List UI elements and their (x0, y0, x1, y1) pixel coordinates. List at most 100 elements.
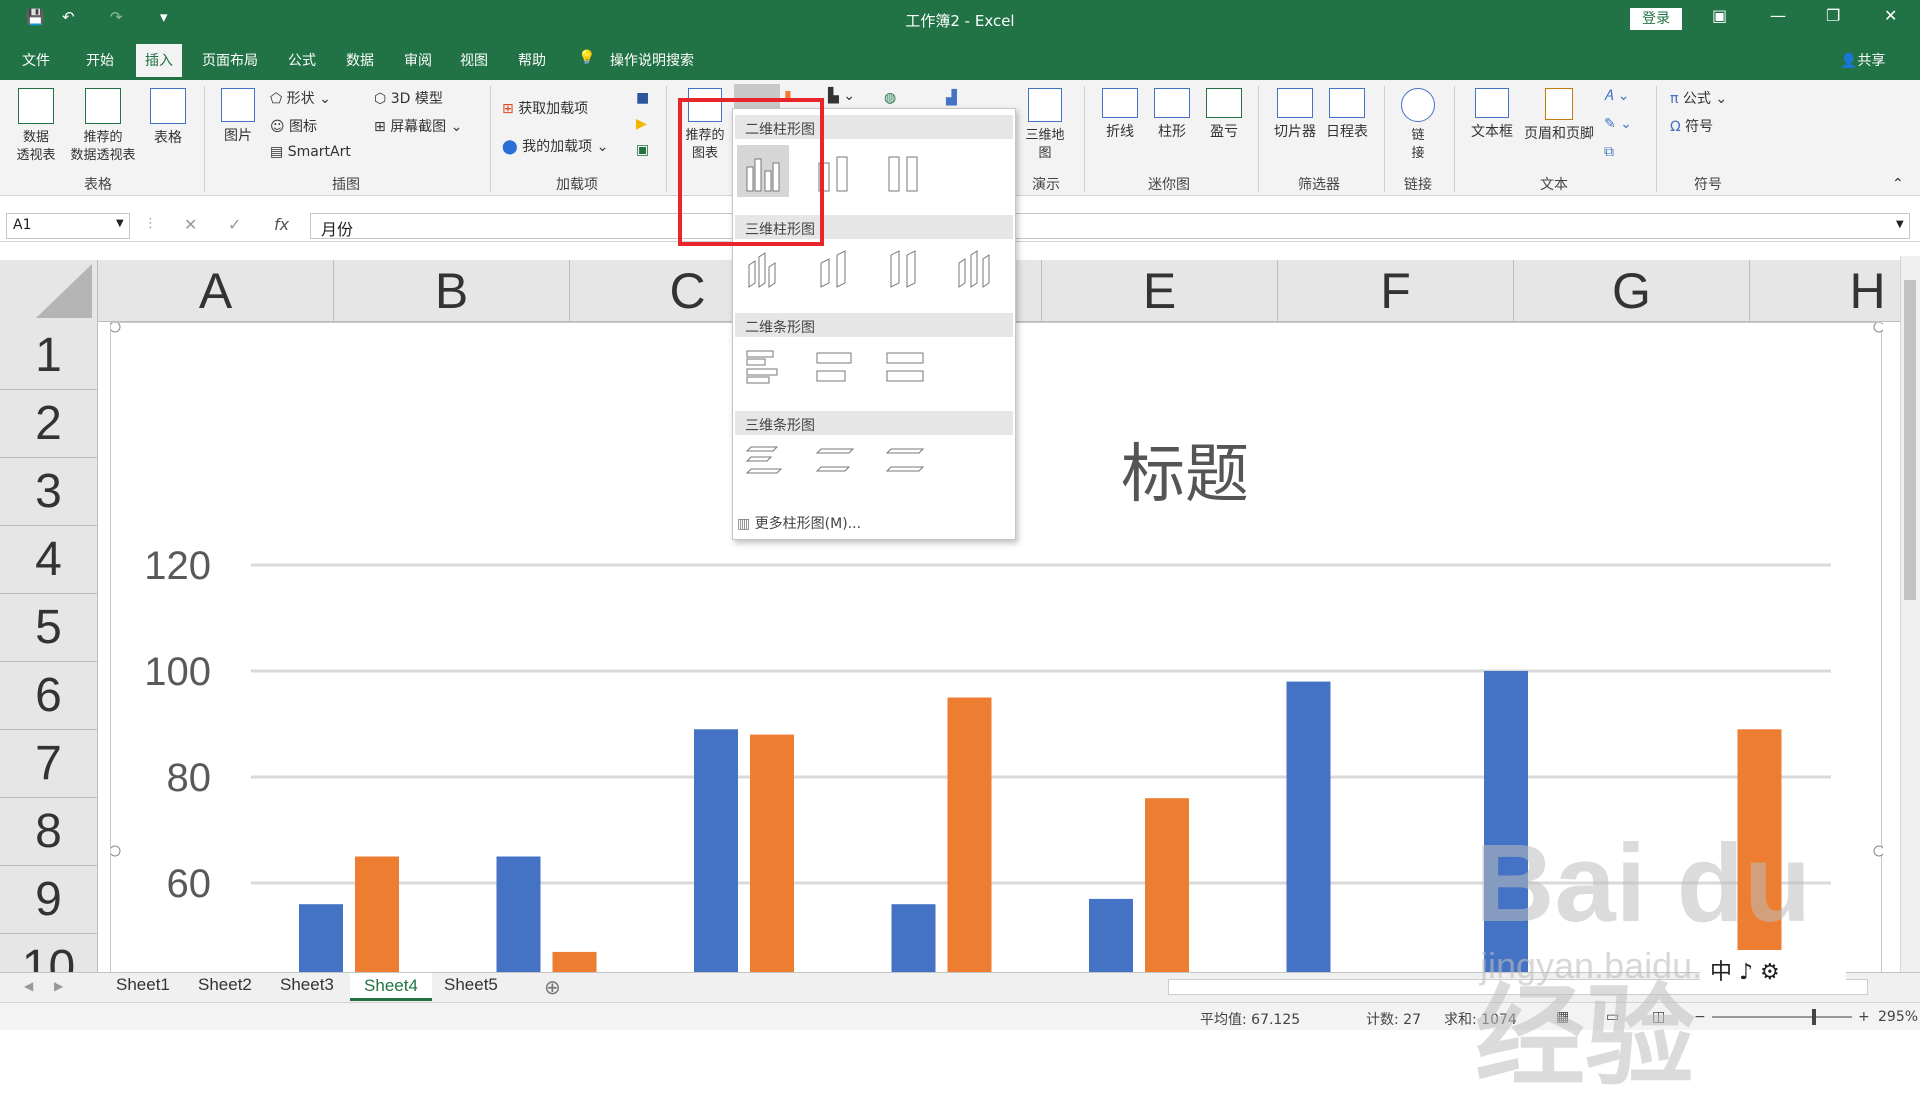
share-button[interactable]: 👤共享 (1840, 50, 1885, 70)
resize-handle[interactable] (1873, 323, 1883, 333)
sheet-tab-4[interactable]: Sheet4 (350, 973, 432, 1001)
tab-review[interactable]: 审阅 (404, 50, 432, 70)
chart-bar[interactable] (1145, 798, 1189, 972)
3d-model-button[interactable]: ⬡ 3D 模型 (374, 88, 443, 108)
people-graph-icon[interactable]: ▣ (636, 142, 649, 158)
visio-icon[interactable]: ■ (636, 90, 649, 106)
add-sheet-icon[interactable]: ⊕ (544, 975, 561, 999)
smartart-button[interactable]: ▤ SmartArt (270, 144, 351, 160)
chart-bar[interactable] (299, 904, 343, 972)
row-header-8[interactable]: 8 (0, 798, 98, 866)
sheet-tab-1[interactable]: Sheet1 (116, 975, 170, 995)
sparkline-line-button[interactable]: 折线 (1098, 88, 1142, 141)
ribbon-display-icon[interactable]: ▣ (1712, 6, 1727, 25)
row-header-7[interactable]: 7 (0, 730, 98, 798)
3d-clustered-column-option[interactable] (739, 243, 791, 295)
row-header-2[interactable]: 2 (0, 390, 98, 458)
get-addins-button[interactable]: ⊞ 获取加载项 (502, 98, 588, 118)
namebox-dropdown-icon[interactable]: ▼ (116, 218, 124, 229)
chart-bar[interactable] (1089, 898, 1133, 972)
chart-bar[interactable] (355, 856, 399, 973)
column-header-a[interactable]: A (98, 260, 334, 322)
object-icon[interactable]: ⧉ (1604, 144, 1614, 160)
close-icon[interactable]: ✕ (1884, 6, 1897, 25)
ime-toolbar[interactable]: 中 ♪ ⚙ (1700, 950, 1846, 985)
chart-bar[interactable] (496, 856, 541, 973)
row-header-3[interactable]: 3 (0, 458, 98, 526)
tab-home[interactable]: 开始 (86, 50, 114, 70)
timeline-button[interactable]: 日程表 (1322, 88, 1372, 141)
chart-bar[interactable] (552, 951, 597, 972)
3d-clustered-bar-option[interactable] (739, 439, 791, 491)
symbol-button[interactable]: Ω 符号 (1670, 116, 1713, 136)
tab-insert[interactable]: 插入 (136, 44, 182, 80)
tab-help[interactable]: 帮助 (518, 50, 546, 70)
chart-bar[interactable] (947, 697, 992, 973)
wordart-icon[interactable]: 𝐴 ⌄ (1604, 88, 1630, 104)
expand-formula-icon[interactable]: ▼ (1896, 219, 1904, 230)
sparkline-column-button[interactable]: 柱形 (1150, 88, 1194, 141)
bing-icon[interactable]: ▶ (636, 116, 647, 132)
prev-sheet-icon[interactable]: ◀ (24, 979, 33, 993)
more-column-charts-link[interactable]: ▥ 更多柱形图(M)... (737, 513, 861, 533)
row-header-6[interactable]: 6 (0, 662, 98, 730)
3d-stacked-bar-option[interactable] (809, 439, 861, 491)
signature-icon[interactable]: ✎ ⌄ (1604, 116, 1632, 132)
table-button[interactable]: 表格 (146, 88, 190, 147)
pivot-table-button[interactable]: 数据 透视表 (10, 88, 62, 165)
column-header-h[interactable]: H (1750, 260, 1900, 322)
maps-chart-icon[interactable]: ◍ (884, 90, 896, 106)
3d-map-button[interactable]: 三维地 图 (1018, 88, 1072, 163)
select-all-corner[interactable] (0, 260, 98, 322)
collapse-ribbon-icon[interactable]: ⌃ (1892, 176, 1904, 192)
column-header-g[interactable]: G (1514, 260, 1750, 322)
column-header-e[interactable]: E (1042, 260, 1278, 322)
enter-icon[interactable]: ✓ (228, 215, 241, 234)
3d-column-option[interactable] (949, 243, 1001, 295)
row-header-10[interactable]: 10 (0, 934, 98, 972)
column-header-f[interactable]: F (1278, 260, 1514, 322)
link-button[interactable]: 链 接 (1396, 88, 1440, 163)
clustered-bar-option[interactable] (739, 341, 791, 393)
equation-button[interactable]: π 公式 ⌄ (1670, 88, 1727, 108)
sparkline-winloss-button[interactable]: 盈亏 (1202, 88, 1246, 141)
sheet-tab-3[interactable]: Sheet3 (280, 975, 334, 995)
resize-handle[interactable] (111, 323, 121, 333)
chart-bar[interactable] (891, 904, 936, 972)
100-stacked-column-option[interactable] (877, 145, 929, 197)
tab-view[interactable]: 视图 (460, 50, 488, 70)
slicer-button[interactable]: 切片器 (1270, 88, 1320, 141)
screenshot-button[interactable]: ⊞ 屏幕截图 ⌄ (374, 116, 462, 136)
3d-100-stacked-bar-option[interactable] (879, 439, 931, 491)
chart-bar[interactable] (694, 729, 738, 972)
scroll-thumb[interactable] (1904, 280, 1916, 600)
minimize-icon[interactable]: — (1770, 6, 1786, 25)
login-button[interactable]: 登录 (1630, 8, 1682, 30)
function-icon[interactable]: fx (274, 215, 289, 234)
row-header-5[interactable]: 5 (0, 594, 98, 662)
restore-icon[interactable]: ❐ (1826, 6, 1840, 25)
100-stacked-bar-option[interactable] (879, 341, 931, 393)
cancel-icon[interactable]: ✕ (184, 215, 197, 234)
icons-button[interactable]: ☺ 图标 (270, 116, 317, 136)
pivot-chart-icon[interactable]: ▟ (946, 90, 957, 106)
name-box[interactable]: A1 (6, 213, 130, 239)
waterfall-chart-icon[interactable]: ▙ ⌄ (828, 88, 855, 104)
recommended-pivot-button[interactable]: 推荐的 数据透视表 (62, 88, 144, 165)
tell-me-search[interactable]: 操作说明搜索 (610, 50, 694, 70)
chart-bar[interactable] (750, 734, 794, 972)
picture-button[interactable]: 图片 (216, 88, 260, 145)
sheet-tab-5[interactable]: Sheet5 (444, 975, 498, 995)
chart-bar[interactable] (1286, 681, 1331, 972)
tab-formulas[interactable]: 公式 (288, 50, 316, 70)
row-header-4[interactable]: 4 (0, 526, 98, 594)
shapes-button[interactable]: ⬠ 形状 ⌄ (270, 88, 331, 108)
3d-stacked-column-option[interactable] (809, 243, 861, 295)
tab-file[interactable]: 文件 (22, 50, 50, 70)
textbox-button[interactable]: 文本框 (1466, 88, 1518, 141)
row-header-1[interactable]: 1 (0, 322, 98, 390)
formula-input[interactable]: 月份 (310, 213, 1910, 239)
sheet-tab-2[interactable]: Sheet2 (198, 975, 252, 995)
tab-data[interactable]: 数据 (346, 50, 374, 70)
next-sheet-icon[interactable]: ▶ (54, 979, 63, 993)
